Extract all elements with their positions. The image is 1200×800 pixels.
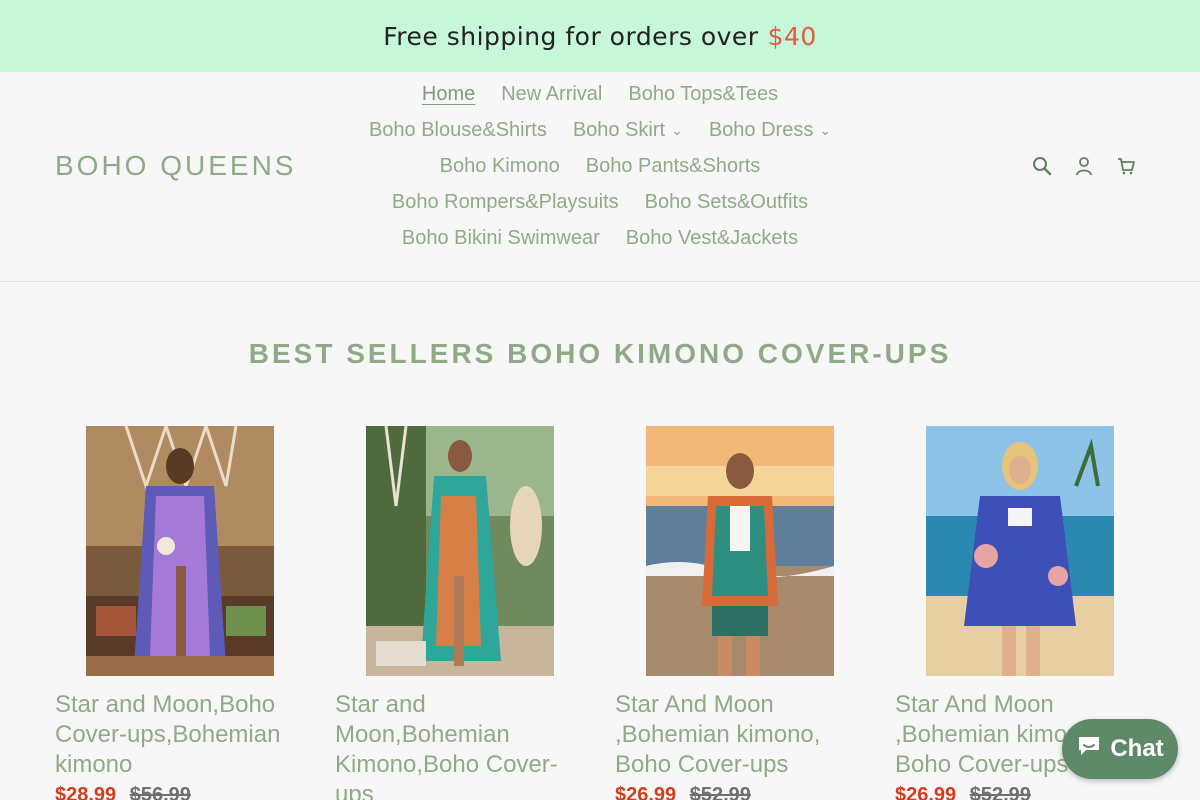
nav-row: Boho Blouse&Shirts Boho Skirt ⌄ Boho Dres… <box>300 112 900 148</box>
sale-price: $26.99 <box>895 784 957 800</box>
compare-price: $52.99 <box>689 784 751 800</box>
nav-item-label: Boho Skirt <box>572 118 666 141</box>
store-logo[interactable]: BOHO QUEENS <box>55 150 296 182</box>
nav-row: Boho Rompers&Playsuits Boho Sets&Outfits <box>300 184 900 220</box>
product-prices: $26.99 $52.99 <box>615 784 895 800</box>
main-nav: Home New Arrival Boho Tops&Tees Boho Blo… <box>300 76 900 256</box>
chat-label: Chat <box>1110 735 1164 762</box>
nav-row: Boho Bikini Swimwear Boho Vest&Jackets <box>300 220 900 256</box>
product-grid: Star and Moon,Boho Cover-ups,Bohemian ki… <box>55 426 1145 800</box>
announcement-bar: Free shipping for orders over $40 <box>0 0 1200 72</box>
product-image[interactable] <box>366 426 554 676</box>
product-prices: $28.99 $56.99 <box>55 784 335 800</box>
header-icons <box>1032 156 1136 176</box>
product-title[interactable]: Star and Moon,Bohemian Kimono,Boho Cover… <box>335 690 575 800</box>
nav-item-boho-sets-outfits[interactable]: Boho Sets&Outfits <box>645 191 808 214</box>
product-title[interactable]: Star and Moon,Boho Cover-ups,Bohemian ki… <box>55 690 295 780</box>
nav-item-label: Boho Dress <box>708 118 814 141</box>
product-image[interactable] <box>86 426 274 676</box>
product-image[interactable] <box>926 426 1114 676</box>
product-card[interactable]: Star And Moon ,Bohemian kimono, Boho Cov… <box>615 426 895 800</box>
announcement-price: $40 <box>767 21 817 51</box>
nav-item-boho-vest-jackets[interactable]: Boho Vest&Jackets <box>626 227 798 250</box>
product-image[interactable] <box>646 426 834 676</box>
nav-row: Home New Arrival Boho Tops&Tees <box>300 76 900 112</box>
nav-row: Boho Kimono Boho Pants&Shorts <box>300 148 900 184</box>
nav-item-boho-pants-shorts[interactable]: Boho Pants&Shorts <box>586 155 761 178</box>
product-title[interactable]: Star And Moon ,Bohemian kimono, Boho Cov… <box>615 690 855 780</box>
nav-item-home[interactable]: Home <box>422 83 475 106</box>
nav-item-boho-rompers-playsuits[interactable]: Boho Rompers&Playsuits <box>392 191 619 214</box>
product-card[interactable]: Star and Moon,Boho Cover-ups,Bohemian ki… <box>55 426 335 800</box>
compare-price: $56.99 <box>129 784 191 800</box>
announcement-text: Free shipping for orders over <box>383 21 759 51</box>
nav-item-boho-kimono[interactable]: Boho Kimono <box>440 155 560 178</box>
compare-price: $52.99 <box>969 784 1031 800</box>
chat-bubble-icon <box>1076 734 1102 765</box>
product-card[interactable]: Star and Moon,Bohemian Kimono,Boho Cover… <box>335 426 615 800</box>
sale-price: $26.99 <box>615 784 677 800</box>
nav-item-boho-tops-tees[interactable]: Boho Tops&Tees <box>628 83 778 106</box>
chevron-down-icon: ⌄ <box>819 121 832 138</box>
cart-icon[interactable] <box>1116 156 1136 176</box>
chevron-down-icon: ⌄ <box>671 121 683 138</box>
chat-button[interactable]: Chat <box>1062 719 1178 779</box>
account-icon[interactable] <box>1074 156 1094 176</box>
nav-item-boho-blouse-shirts[interactable]: Boho Blouse&Shirts <box>369 119 547 142</box>
nav-item-boho-skirt[interactable]: Boho Skirt ⌄ <box>573 119 683 142</box>
search-icon[interactable] <box>1032 156 1052 176</box>
product-prices: $26.99 $52.99 <box>895 784 1145 800</box>
nav-item-boho-dress[interactable]: Boho Dress ⌄ <box>709 119 831 142</box>
nav-item-boho-bikini-swimwear[interactable]: Boho Bikini Swimwear <box>402 227 600 250</box>
sale-price: $28.99 <box>55 784 117 800</box>
nav-item-new-arrival[interactable]: New Arrival <box>501 83 602 106</box>
site-header: BOHO QUEENS Home New Arrival Boho Tops&T… <box>0 72 1200 282</box>
section-title: BEST SELLERS BOHO KIMONO COVER-UPS <box>248 338 952 369</box>
